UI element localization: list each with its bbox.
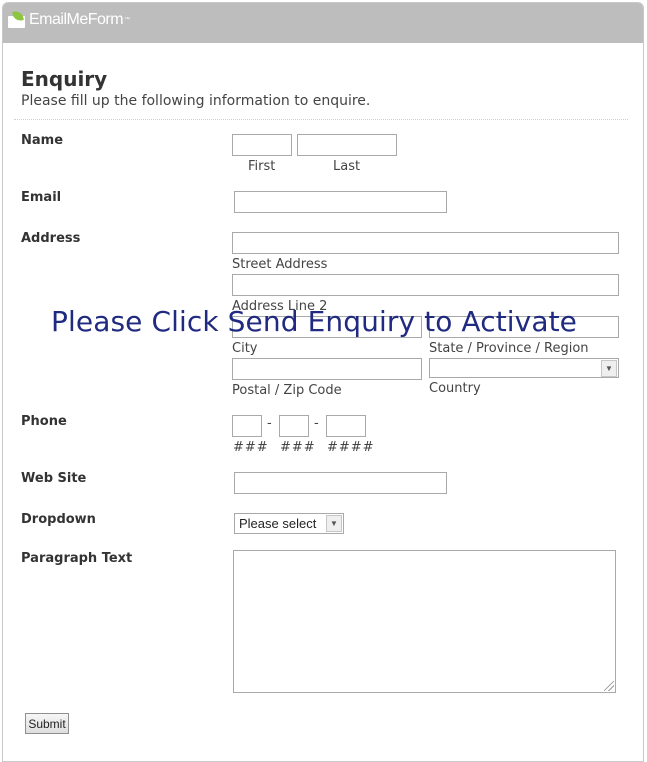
phone-prefix-input[interactable]: [279, 415, 309, 437]
first-name-sublabel: First: [248, 159, 276, 174]
last-name-input[interactable]: [297, 134, 397, 156]
phone-line-sublabel: ####: [327, 440, 375, 455]
dropdown-label: Dropdown: [21, 512, 96, 527]
chevron-down-icon[interactable]: ▼: [601, 359, 617, 377]
state-sublabel: State / Province / Region: [429, 341, 589, 356]
envelope-leaf-icon: [7, 10, 27, 29]
email-label: Email: [21, 190, 62, 205]
phone-separator-1: -: [267, 416, 272, 431]
submit-button[interactable]: Submit: [25, 713, 69, 734]
dropdown-select-value: Please select: [239, 516, 317, 531]
city-sublabel: City: [232, 341, 258, 356]
phone-label: Phone: [21, 414, 67, 429]
street-address-sublabel: Street Address: [232, 257, 328, 272]
postal-code-input[interactable]: [232, 358, 422, 380]
name-label: Name: [21, 133, 64, 148]
phone-line-input[interactable]: [326, 415, 366, 437]
dropdown-select[interactable]: Please select ▼: [234, 513, 344, 534]
brand-logo: EmailMeForm ™: [7, 9, 130, 31]
divider: [14, 119, 628, 120]
phone-prefix-sublabel: ###: [280, 440, 316, 455]
country-sublabel: Country: [429, 381, 481, 396]
top-bar: EmailMeForm ™: [3, 3, 643, 43]
website-input[interactable]: [234, 472, 447, 494]
postal-code-sublabel: Postal / Zip Code: [232, 383, 342, 398]
logo-text: EmailMeForm: [29, 11, 124, 28]
activation-overlay-text: Please Click Send Enquiry to Activate: [51, 305, 577, 338]
address-line2-input[interactable]: [232, 274, 619, 296]
form-subtitle: Please fill up the following information…: [21, 93, 371, 109]
phone-area-input[interactable]: [232, 415, 262, 437]
street-address-input[interactable]: [232, 232, 619, 254]
resize-grip-icon[interactable]: [604, 681, 614, 691]
country-select[interactable]: ▼: [429, 358, 619, 378]
website-label: Web Site: [21, 471, 87, 486]
form-title: Enquiry: [21, 67, 108, 91]
first-name-input[interactable]: [232, 134, 292, 156]
last-name-sublabel: Last: [333, 159, 361, 174]
email-input[interactable]: [234, 191, 447, 213]
trademark-symbol: ™: [124, 17, 130, 23]
phone-separator-2: -: [314, 416, 319, 431]
paragraph-text-label: Paragraph Text: [21, 551, 133, 566]
chevron-down-icon[interactable]: ▼: [326, 515, 342, 532]
phone-area-sublabel: ###: [233, 440, 269, 455]
paragraph-textarea[interactable]: [233, 550, 616, 693]
address-label: Address: [21, 231, 81, 246]
